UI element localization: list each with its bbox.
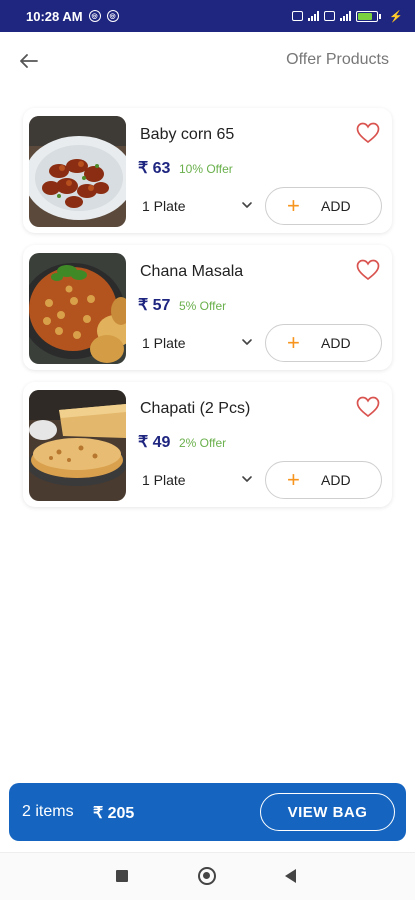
product-price: ₹ 49 bbox=[138, 434, 171, 451]
status-right: ⚡ bbox=[292, 10, 403, 23]
home-icon[interactable] bbox=[198, 867, 216, 885]
back-button[interactable] bbox=[14, 48, 44, 74]
favorite-button[interactable] bbox=[356, 122, 380, 144]
heart-icon bbox=[356, 259, 380, 281]
plus-icon: + bbox=[287, 330, 300, 355]
charging-icon: ⚡ bbox=[389, 10, 403, 23]
cart-item-count: 2 items bbox=[22, 803, 74, 820]
header: Offer Products bbox=[0, 32, 415, 90]
product-image-baby-corn[interactable] bbox=[29, 116, 126, 227]
product-price: ₹ 63 bbox=[138, 160, 171, 177]
quantity-select[interactable]: 1 Plate bbox=[142, 198, 186, 214]
plus-icon: + bbox=[287, 193, 300, 218]
notification-icon: ◎ bbox=[88, 10, 101, 22]
page-title: Offer Products bbox=[286, 51, 389, 68]
offer-badge: 2% Offer bbox=[179, 436, 227, 450]
recents-icon[interactable] bbox=[116, 870, 128, 882]
sim-icon-2 bbox=[324, 11, 336, 21]
plus-icon: + bbox=[287, 467, 300, 492]
offer-badge: 10% Offer bbox=[179, 162, 233, 176]
product-name[interactable]: Baby corn 65 bbox=[140, 126, 234, 144]
add-button-label: ADD bbox=[321, 335, 351, 351]
signal-icon-2 bbox=[340, 11, 352, 21]
chevron-down-icon[interactable] bbox=[241, 337, 253, 347]
product-card[interactable]: Baby corn 65 ₹ 63 10% Offer 1 Plate + AD… bbox=[23, 108, 392, 233]
add-button[interactable]: + ADD bbox=[265, 461, 382, 499]
offer-badge: 5% Offer bbox=[179, 299, 227, 313]
signal-icon bbox=[308, 11, 320, 21]
chevron-down-icon[interactable] bbox=[241, 200, 253, 210]
arrow-left-icon bbox=[20, 54, 38, 68]
cart-summary-bar: 2 items ₹ 205 VIEW BAG bbox=[9, 783, 406, 841]
status-left: 10:28 AM ◎ ◎ bbox=[26, 9, 119, 24]
heart-icon bbox=[356, 396, 380, 418]
favorite-button[interactable] bbox=[356, 396, 380, 418]
back-nav-icon[interactable] bbox=[285, 869, 296, 883]
cart-total: ₹ 205 bbox=[93, 805, 135, 822]
favorite-button[interactable] bbox=[356, 259, 380, 281]
product-card[interactable]: Chapati (2 Pcs) ₹ 49 2% Offer 1 Plate + … bbox=[23, 382, 392, 507]
chevron-down-icon[interactable] bbox=[241, 474, 253, 484]
product-card[interactable]: Chana Masala ₹ 57 5% Offer 1 Plate + ADD bbox=[23, 245, 392, 370]
add-button[interactable]: + ADD bbox=[265, 324, 382, 362]
notification-icon-2: ◎ bbox=[106, 10, 119, 22]
battery-icon bbox=[356, 10, 382, 22]
system-nav-bar bbox=[0, 852, 415, 900]
product-price: ₹ 57 bbox=[138, 297, 171, 314]
product-name[interactable]: Chana Masala bbox=[140, 263, 243, 281]
status-time: 10:28 AM bbox=[26, 8, 83, 24]
add-button-label: ADD bbox=[321, 198, 351, 214]
sim-icon bbox=[292, 11, 304, 21]
add-button-label: ADD bbox=[321, 472, 351, 488]
product-image-chana-masala[interactable] bbox=[29, 253, 126, 364]
view-bag-button[interactable]: VIEW BAG bbox=[260, 793, 395, 831]
status-bar: 10:28 AM ◎ ◎ ⚡ bbox=[0, 0, 415, 32]
product-image-chapati[interactable] bbox=[29, 390, 126, 501]
quantity-select[interactable]: 1 Plate bbox=[142, 335, 186, 351]
product-name[interactable]: Chapati (2 Pcs) bbox=[140, 400, 250, 418]
quantity-select[interactable]: 1 Plate bbox=[142, 472, 186, 488]
add-button[interactable]: + ADD bbox=[265, 187, 382, 225]
heart-icon bbox=[356, 122, 380, 144]
